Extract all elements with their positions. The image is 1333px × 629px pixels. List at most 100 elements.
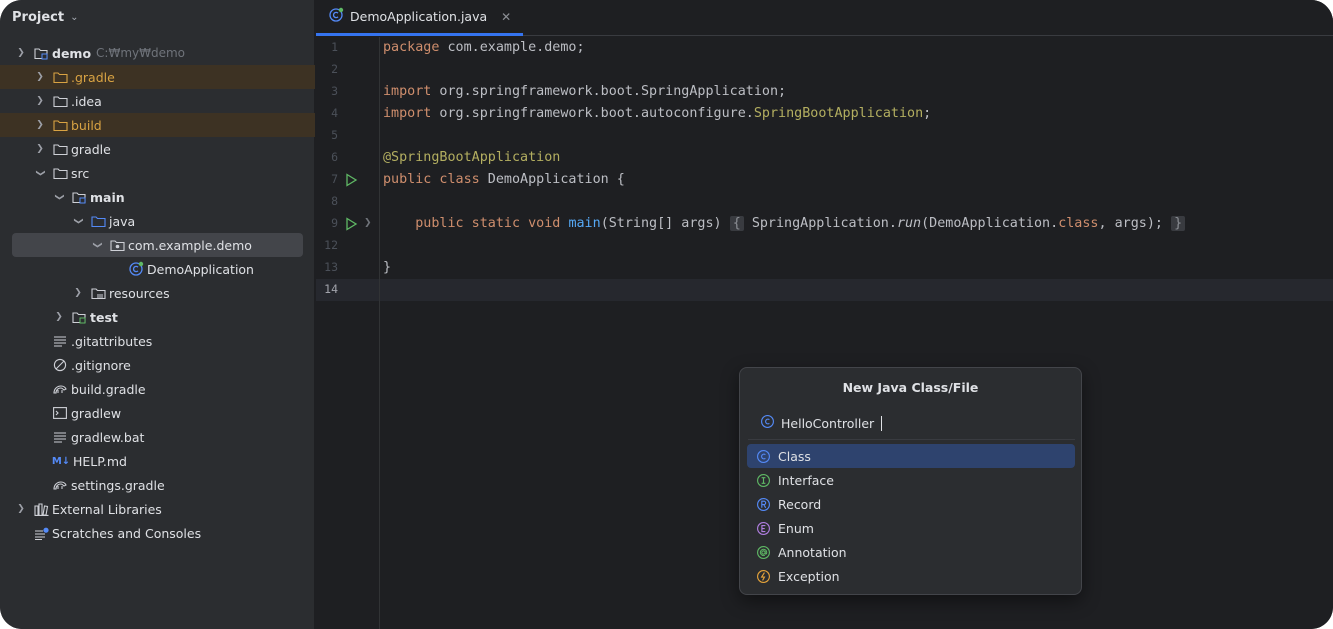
annotation-icon [757, 545, 770, 559]
class-name-input[interactable]: HelloController [760, 413, 1062, 433]
kind-item-enum[interactable]: Enum [747, 516, 1075, 540]
tree-item-java[interactable]: ❯ java [0, 209, 315, 233]
tab-label: DemoApplication.java [350, 9, 488, 24]
tree-item-external-libraries[interactable]: ❯ External Libraries [0, 497, 315, 521]
tree-item-label: .idea [71, 93, 102, 109]
ide-window: Project ⌄ ❯ demo C:₩my₩demo ❯ .gradle ❯ … [0, 0, 1333, 629]
resources-folder-icon [90, 285, 106, 301]
kind-item-annotation[interactable]: Annotation [747, 540, 1075, 564]
tree-item-gradle-cache[interactable]: ❯ .gradle [0, 65, 315, 89]
kind-label: Interface [778, 472, 834, 488]
tree-item-label: .gradle [71, 69, 115, 85]
tree-item-label: build [71, 117, 102, 133]
code-line: import org.springframework.boot.SpringAp… [383, 84, 787, 99]
tree-item-gradlew[interactable]: gradlew [0, 401, 315, 425]
chevron-down-icon[interactable]: ❯ [33, 166, 47, 180]
tree-item-main[interactable]: ❯ main [0, 185, 315, 209]
line-number: 7 [331, 172, 338, 186]
line-number: 3 [331, 84, 338, 98]
java-folder-icon [90, 213, 106, 229]
code-line: public static void main(String[] args) {… [383, 213, 1186, 235]
chevron-right-icon[interactable]: ❯ [33, 94, 47, 108]
tree-item-label: Scratches and Consoles [52, 525, 202, 541]
tree-item-settings-gradle[interactable]: settings.gradle [0, 473, 315, 497]
tree-item-idea[interactable]: ❯ .idea [0, 89, 315, 113]
gradle-file-icon [52, 477, 68, 493]
code-line: @SpringBootApplication [383, 150, 561, 165]
line-number: 9 [331, 216, 338, 230]
tree-item-src[interactable]: ❯ src [0, 161, 315, 185]
tree-item-gradlew-bat[interactable]: gradlew.bat [0, 425, 315, 449]
chevron-down-icon[interactable]: ❯ [90, 238, 104, 252]
code-line: } [383, 260, 392, 275]
kind-item-class[interactable]: Class [747, 444, 1075, 468]
line-number: 8 [331, 194, 338, 208]
enum-icon [757, 521, 770, 535]
divider [748, 439, 1075, 440]
tree-item-build[interactable]: ❯ build [0, 113, 315, 137]
folded-region[interactable]: } [1171, 216, 1186, 231]
kind-item-exception[interactable]: Exception [747, 564, 1075, 588]
markdown-icon: M↓ [51, 455, 71, 467]
tab-demo-application[interactable]: DemoApplication.java ✕ [316, 0, 524, 36]
folder-icon [52, 69, 68, 85]
folder-icon [52, 117, 68, 133]
kind-label: Record [778, 496, 822, 512]
run-icon[interactable] [344, 217, 358, 231]
tree-item-label: gradle [71, 141, 111, 157]
shell-script-icon [52, 405, 68, 421]
line-number: 1 [331, 40, 338, 54]
tree-item-scratches[interactable]: Scratches and Consoles [0, 521, 315, 545]
tree-item-gitignore[interactable]: .gitignore [0, 353, 315, 377]
tree-item-label: build.gradle [71, 381, 146, 397]
source-root-folder-icon [71, 189, 87, 205]
exception-icon [757, 569, 770, 583]
tree-item-resources[interactable]: ❯ resources [0, 281, 315, 305]
close-icon[interactable]: ✕ [501, 10, 511, 24]
chevron-right-icon[interactable]: ❯ [33, 142, 47, 156]
folded-region[interactable]: { [729, 216, 744, 231]
class-name-value: HelloController [781, 415, 875, 431]
line-number: 4 [331, 106, 338, 120]
tree-item-label: resources [109, 285, 170, 301]
chevron-down-icon[interactable]: ❯ [52, 190, 66, 204]
tree-item-test[interactable]: ❯ test [0, 305, 315, 329]
chevron-right-icon[interactable]: ❯ [14, 502, 28, 516]
code-line: import org.springframework.boot.autoconf… [383, 106, 932, 121]
record-icon [757, 497, 770, 511]
chevron-right-icon[interactable]: ❯ [33, 118, 47, 132]
tree-item-help-md[interactable]: M↓ HELP.md [0, 449, 315, 473]
chevron-right-icon[interactable]: ❯ [52, 310, 66, 324]
chevron-right-icon[interactable]: ❯ [71, 286, 85, 300]
tree-item-demo-application[interactable]: DemoApplication [0, 257, 315, 281]
chevron-right-icon[interactable]: ❯ [33, 70, 47, 84]
kind-item-interface[interactable]: Interface [747, 468, 1075, 492]
editor-gutter: 1 2 3 4 5 6 7 8 9 12 13 14 ❯ [316, 37, 380, 629]
spring-class-icon [328, 7, 344, 26]
spring-class-icon [128, 261, 144, 277]
tree-item-label: External Libraries [52, 501, 162, 517]
line-number: 6 [331, 150, 338, 164]
tree-item-gitattributes[interactable]: .gitattributes [0, 329, 315, 353]
text-file-icon [52, 333, 68, 349]
tree-item-package[interactable]: ❯ com.example.demo [12, 233, 303, 257]
tree-item-demo[interactable]: ❯ demo C:₩my₩demo [0, 41, 315, 65]
tree-item-label: .gitattributes [71, 333, 153, 349]
chevron-down-icon[interactable]: ❯ [14, 46, 28, 60]
tree-item-build-gradle[interactable]: build.gradle [0, 377, 315, 401]
fold-toggle-icon[interactable]: ❯ [364, 218, 372, 228]
popup-title: New Java Class/File [842, 380, 979, 395]
chevron-down-icon[interactable]: ❯ [71, 214, 85, 228]
kind-label: Annotation [778, 544, 847, 560]
module-path: C:₩my₩demo [96, 46, 186, 60]
package-icon [109, 237, 125, 253]
tree-item-gradle[interactable]: ❯ gradle [0, 137, 315, 161]
tree-item-label: java [109, 213, 136, 229]
kind-item-record[interactable]: Record [747, 492, 1075, 516]
project-view-selector[interactable]: Project ⌄ [12, 7, 78, 27]
tree-item-label: com.example.demo [128, 237, 252, 253]
code-line: package com.example.demo; [383, 40, 585, 55]
kind-list: Class Interface Record Enum Annotation E… [747, 444, 1075, 588]
current-line-highlight [316, 279, 1333, 301]
run-icon[interactable] [344, 173, 358, 187]
